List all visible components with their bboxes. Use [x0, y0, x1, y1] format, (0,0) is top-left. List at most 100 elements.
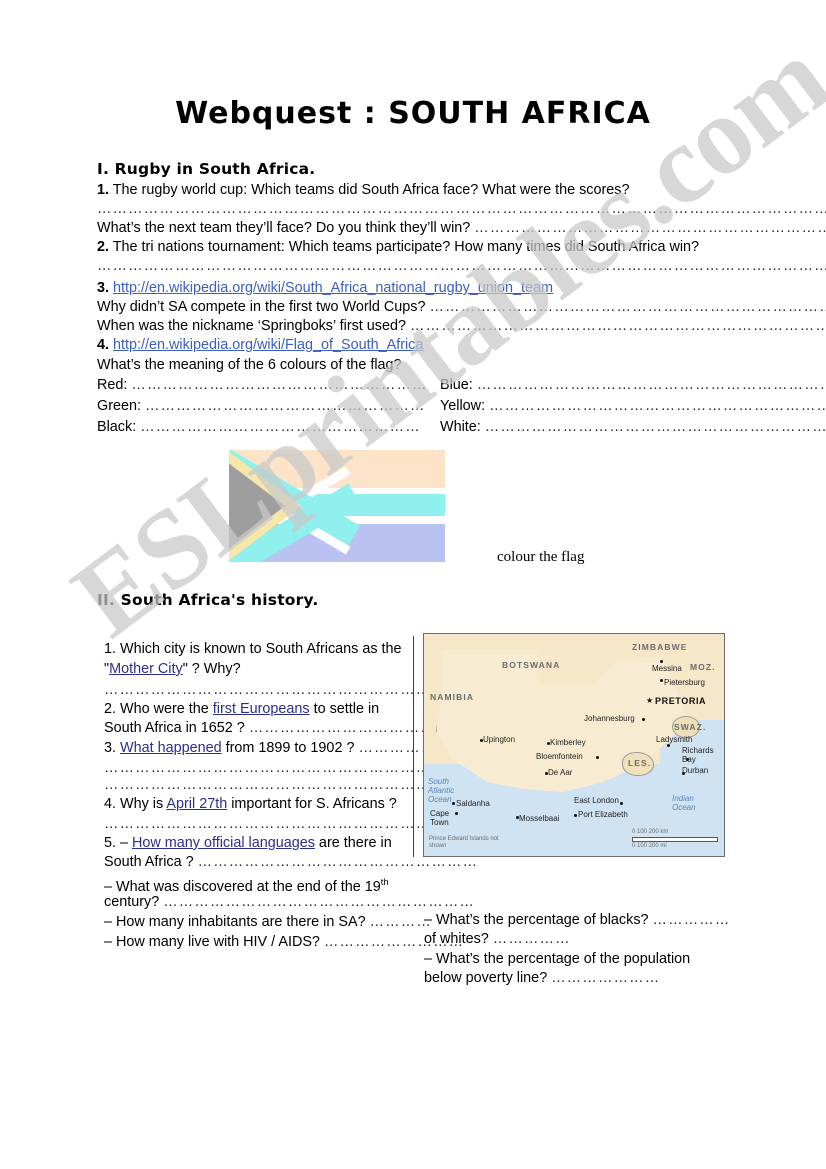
map-label-messina: Messina — [652, 664, 682, 673]
map-label-swaziland: SWAZ. — [674, 722, 707, 732]
section-2-heading: II. South Africa's history. — [97, 591, 319, 609]
q2-1-line2: "Mother City" ? Why? — [104, 660, 241, 680]
q2-6-text2: century? — [104, 894, 160, 910]
map-label-pietersburg: Pietersburg — [664, 678, 705, 687]
colour-blank-yellow: Yellow: …………………………………………………………… — [440, 397, 826, 417]
q2-r1-text: – What’s the percentage of blacks? — [424, 912, 649, 928]
map-label-lesotho: LES. — [628, 758, 652, 768]
map-label-zimbabwe: ZIMBABWE — [632, 642, 688, 652]
map-label-mosselbaai: Mosselbaai — [519, 814, 560, 823]
question-1-1: 1. The rugby world cup: Which teams did … — [97, 181, 629, 201]
q2-5-post: are there in — [314, 835, 392, 851]
q1b-text: What’s the next team they’ll face? Do yo… — [97, 220, 471, 236]
map-label-kimberley: Kimberley — [550, 738, 586, 747]
map-label-richards-bay: Richards Bay — [682, 746, 714, 764]
flag-caption: colour the flag — [497, 549, 585, 565]
map-label-bloemfontein: Bloemfontein — [536, 752, 583, 761]
colour-label-black: Black: — [97, 419, 137, 435]
colour-dots-black[interactable]: ……………………………………………… — [140, 419, 421, 435]
q2-6-line2: century? …………………………………………………… — [104, 893, 475, 913]
colour-dots-red[interactable]: ………………………………………………… — [131, 377, 427, 393]
colour-blank-white: White: …………………………………………………………… — [440, 418, 826, 438]
map-label-upington: Upington — [483, 735, 516, 744]
link-first-europeans[interactable]: first Europeans — [213, 701, 310, 717]
map-label-indian-ocean: Indian Ocean — [672, 794, 696, 812]
section-1-heading: I. Rugby in South Africa. — [97, 160, 316, 178]
map-label-port-elizabeth: Port Elizabeth — [578, 810, 628, 819]
answer-line-1[interactable]: …………………………………………………………………………………………………………… — [97, 200, 826, 220]
map-scale-bar: 0 100 200 km 0 100 200 mi — [632, 829, 718, 850]
q2-5-line1: 5. – How many official languages are the… — [104, 834, 392, 854]
colour-label-red: Red: — [97, 377, 128, 393]
map-label-johannesburg: Johannesburg — [584, 714, 635, 723]
colour-dots-green[interactable]: ……………………………………………… — [145, 398, 426, 414]
q2-5-text2: South Africa ? — [104, 854, 194, 870]
south-africa-flag-image — [229, 450, 445, 562]
link-flag-of-south-africa[interactable]: http://en.wikipedia.org/wiki/Flag_of_Sou… — [113, 337, 423, 353]
answer-line-2[interactable]: …………………………………………………………………………………………………………… — [97, 257, 826, 277]
q2-r1-line: – What’s the percentage of blacks? …………… — [424, 911, 730, 931]
q2-3-line: 3. What happened from 1899 to 1902 ? ………… — [104, 739, 436, 759]
q2-r2-line: of whites? …………… — [424, 930, 571, 950]
worksheet-page: ESLprintables.com Webquest : SOUTH AFRIC… — [0, 0, 826, 1169]
q2-2-line1: 2. Who were the first Europeans to settl… — [104, 700, 379, 720]
quote-close: " ? Why? — [182, 661, 241, 677]
q2-1-line1: 1. Which city is known to South Africans… — [104, 640, 402, 660]
colour-label-green: Green: — [97, 398, 141, 414]
q3a-text: Why didn’t SA compete in the first two W… — [97, 299, 426, 315]
map-scale-km: 0 100 200 km — [632, 829, 669, 835]
colour-blank-black: Black: ……………………………………………… — [97, 418, 421, 438]
map-label-cape-town: Cape Town — [430, 809, 450, 827]
q2-r1-dots[interactable]: …………… — [653, 912, 731, 928]
colour-blank-blue: Blue: ……………………………………………………………… — [440, 376, 826, 396]
q3b-dots[interactable]: …………………………………………………………………………… — [410, 318, 826, 334]
q2-r3-line: – What’s the percentage of the populatio… — [424, 951, 691, 967]
colour-blank-red: Red: ………………………………………………… — [97, 376, 428, 396]
colour-dots-yellow[interactable]: …………………………………………………………… — [489, 398, 826, 414]
q2-8-line: – How many live with HIV / AIDS? …………………… — [104, 933, 464, 953]
q2-r4-dots[interactable]: ………………… — [551, 970, 660, 986]
q2-4-post: important for S. Africans ? — [227, 796, 397, 812]
map-dot-east-london — [620, 802, 623, 805]
map-label-namibia: NAMIBIA — [430, 692, 475, 702]
question-1-4-text: What’s the meaning of the 6 colours of t… — [97, 357, 402, 373]
map-scale-bar-graphic — [632, 837, 718, 842]
q2-r2-text: of whites? — [424, 931, 489, 947]
colour-dots-blue[interactable]: ……………………………………………………………… — [477, 377, 826, 393]
q3a-dots[interactable]: ……………………………………………………………………… — [429, 299, 826, 315]
colour-label-blue: Blue: — [440, 377, 473, 393]
map-dot-port-elizabeth — [574, 814, 577, 817]
question-1-4: 4. http://en.wikipedia.org/wiki/Flag_of_… — [97, 336, 423, 356]
link-april-27th[interactable]: April 27th — [166, 796, 227, 812]
map-label-botswana: BOTSWANA — [502, 660, 561, 670]
link-mother-city[interactable]: Mother City — [109, 661, 183, 677]
q2-4-number: 4. — [104, 796, 117, 812]
link-rugby-union-team[interactable]: http://en.wikipedia.org/wiki/South_Afric… — [113, 280, 553, 296]
map-dot-messina — [660, 660, 663, 663]
q2-8-text: – How many live with HIV / AIDS? — [104, 934, 320, 950]
q2-4-line: 4. Why is April 27th important for S. Af… — [104, 795, 397, 815]
map-dot-pietersburg — [660, 679, 663, 682]
q2-7-dots[interactable]: ………… — [370, 914, 432, 930]
link-official-languages[interactable]: How many official languages — [132, 835, 315, 851]
map-scale-mi: 0 100 200 mi — [632, 843, 667, 849]
map-label-east-london: East London — [574, 796, 619, 805]
question-1-3b: When was the nickname ‘Springboks’ first… — [97, 317, 826, 337]
q2-2-post: to settle in — [309, 701, 380, 717]
q2-6-dots[interactable]: …………………………………………………… — [163, 894, 475, 910]
q2-7-line: – How many inhabitants are there in SA? … — [104, 913, 432, 933]
q2-1-number: 1. — [104, 641, 117, 657]
q1-text: The rugby world cup: Which teams did Sou… — [112, 182, 630, 198]
q1b-dots[interactable]: ……………………………………………………………… — [474, 220, 826, 236]
map-label-de-aar: De Aar — [548, 768, 573, 777]
q2-6-sup: th — [380, 877, 389, 888]
map-label-mozambique: MOZ. — [690, 662, 716, 672]
link-what-happened[interactable]: What happened — [120, 740, 222, 756]
q2-r4-line: below poverty line? ………………… — [424, 969, 660, 989]
colour-dots-white[interactable]: …………………………………………………………… — [485, 419, 826, 435]
page-title: Webquest : SOUTH AFRICA — [175, 96, 651, 131]
q2-r2-dots[interactable]: …………… — [493, 931, 571, 947]
colour-label-white: White: — [440, 419, 481, 435]
q2-3-number: 3. — [104, 740, 117, 756]
map-dot-ladysmith — [667, 744, 670, 747]
